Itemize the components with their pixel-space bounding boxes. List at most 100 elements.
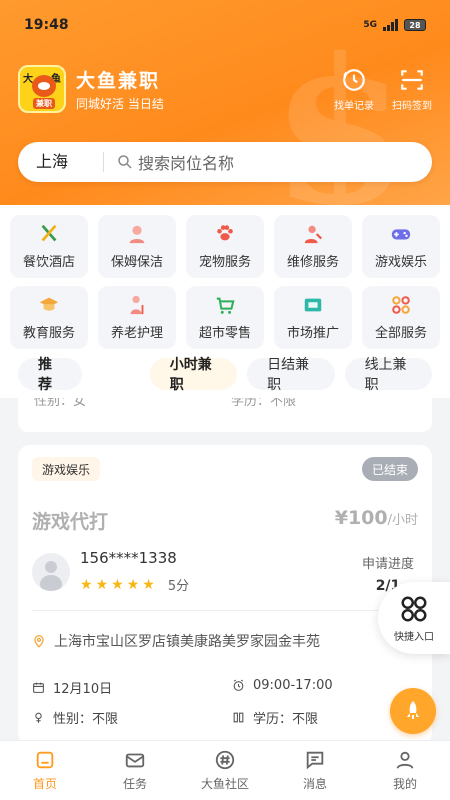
- clock-icon: [343, 68, 365, 91]
- category-label: 保姆保洁: [110, 255, 163, 270]
- category-education[interactable]: 教育服务: [10, 286, 88, 349]
- nanny-icon: [126, 223, 148, 245]
- star-icon: ★: [126, 576, 140, 593]
- rocket-icon: [407, 701, 419, 719]
- job-time: 09:00-17:00: [232, 678, 333, 693]
- tab-online[interactable]: 线上兼职: [344, 357, 432, 393]
- job-gender: 性别：不限: [32, 708, 118, 727]
- location-icon: [34, 635, 44, 648]
- status-bar: 19:48 5G 28: [0, 0, 450, 50]
- job-address: 上海市宝山区罗店镇美康路美罗家园金丰苑: [32, 631, 320, 651]
- nav-label: 首页: [32, 777, 57, 791]
- rocket-button[interactable]: [390, 688, 436, 734]
- elderly-icon: [126, 294, 148, 316]
- bottom-nav: 首页 任务 大鱼社区 消息 我的: [0, 740, 450, 800]
- category-grid: 餐饮酒店 保姆保洁 宠物服务 维修服务 游戏娱乐 教育服务 养老护理 超市零售 …: [0, 205, 450, 350]
- utensils-icon: [38, 223, 60, 245]
- history-button[interactable]: 找单记录: [334, 67, 374, 112]
- hash-icon: [215, 750, 235, 770]
- nav-home[interactable]: 首页: [0, 741, 90, 800]
- app-slogan: 同城好活 当日结: [76, 97, 164, 111]
- job-education: 学历：不限: [232, 708, 318, 727]
- category-catering[interactable]: 餐饮酒店: [10, 215, 88, 278]
- category-elderly[interactable]: 养老护理: [98, 286, 176, 349]
- mascot-icon: [32, 75, 56, 97]
- education-text: 学历：不限: [253, 712, 319, 727]
- category-repair[interactable]: 维修服务: [274, 215, 352, 278]
- star-icon: ★: [95, 576, 109, 593]
- category-label: 超市零售: [198, 326, 251, 341]
- search-placeholder[interactable]: 搜索岗位名称: [138, 150, 234, 174]
- job-card[interactable]: 游戏娱乐 已结束 游戏代打 ¥100/小时 156****1338 ★ ★ ★ …: [18, 445, 432, 745]
- star-icon: ★: [80, 576, 93, 593]
- grid-icon: [390, 294, 412, 316]
- category-label: 游戏娱乐: [374, 255, 427, 270]
- scan-button[interactable]: 扫码签到: [392, 67, 432, 112]
- category-label: 全部服务: [374, 326, 427, 341]
- prev-education: 学历：不限: [230, 398, 296, 409]
- category-label: 教育服务: [22, 326, 75, 341]
- scan-icon: [401, 69, 423, 90]
- app-name: 大鱼兼职: [76, 70, 161, 92]
- nav-profile[interactable]: 我的: [360, 741, 450, 800]
- category-nanny[interactable]: 保姆保洁: [98, 215, 176, 278]
- star-icon: ★: [142, 576, 155, 593]
- search-bar[interactable]: 上海 搜索岗位名称: [18, 142, 432, 182]
- tab-hourly[interactable]: 小时兼职: [149, 357, 238, 393]
- quick-entry-button[interactable]: 快捷入口: [378, 582, 450, 654]
- tab-recommend[interactable]: 推荐: [18, 357, 82, 393]
- avatar: [32, 552, 70, 591]
- category-label: 宠物服务: [198, 255, 251, 270]
- category-label: 养老护理: [110, 326, 163, 341]
- nav-messages[interactable]: 消息: [270, 741, 360, 800]
- date-text: 12月10日: [53, 682, 113, 697]
- job-title: 游戏代打: [32, 511, 109, 533]
- nav-label: 大鱼社区: [200, 777, 249, 791]
- nav-label: 任务: [122, 777, 147, 791]
- job-type-tabs: 推荐 小时兼职 日结兼职 线上兼职: [0, 350, 450, 398]
- rating-stars: ★ ★ ★ ★ ★ 5分: [80, 575, 190, 595]
- star-icon: ★: [111, 576, 124, 593]
- category-all[interactable]: 全部服务: [362, 286, 440, 349]
- category-label: 餐饮酒店: [22, 255, 75, 270]
- repair-icon: [302, 223, 324, 245]
- price-amount: ¥100: [334, 507, 388, 529]
- poster-info: 156****1338 ★ ★ ★ ★ ★ 5分: [32, 549, 189, 594]
- poster-phone: 156****1338: [80, 549, 177, 567]
- prev-gender: 性别：女: [34, 398, 87, 409]
- search-icon: [118, 155, 132, 169]
- signal-icon: [383, 19, 398, 31]
- mail-icon: [125, 753, 145, 768]
- battery-icon: 28: [404, 19, 426, 31]
- network-label: 5G: [363, 20, 377, 30]
- category-gaming[interactable]: 游戏娱乐: [362, 215, 440, 278]
- progress-label: 申请进度: [361, 557, 414, 572]
- category-label: 市场推广: [286, 326, 339, 341]
- history-label: 找单记录: [334, 100, 374, 112]
- category-supermarket[interactable]: 超市零售: [186, 286, 264, 349]
- category-label: 维修服务: [286, 255, 339, 270]
- nav-label: 消息: [302, 777, 327, 791]
- nav-label: 我的: [392, 777, 417, 791]
- paw-icon: [214, 223, 236, 245]
- gender-text: 性别：不限: [53, 712, 119, 727]
- calendar-icon: [33, 682, 44, 693]
- time-text: 09:00-17:00: [253, 678, 333, 693]
- rating-score: 5分: [167, 579, 190, 594]
- logo-text: 兼职: [33, 98, 55, 109]
- battery-level: 28: [409, 20, 421, 30]
- app-logo: 大 鱼 兼职: [18, 65, 66, 113]
- category-promotion[interactable]: 市场推广: [274, 286, 352, 349]
- category-pet[interactable]: 宠物服务: [186, 215, 264, 278]
- tab-daily[interactable]: 日结兼职: [247, 357, 335, 393]
- price-unit: /小时: [387, 513, 418, 528]
- job-card-previous[interactable]: 性别：女 学历：不限: [18, 398, 432, 432]
- clover-icon: [401, 596, 427, 621]
- quick-entry-label: 快捷入口: [394, 631, 434, 643]
- promotion-icon: [302, 294, 324, 316]
- city-selector[interactable]: 上海: [18, 152, 104, 172]
- user-icon: [396, 751, 414, 769]
- nav-tasks[interactable]: 任务: [90, 741, 180, 800]
- address-text: 上海市宝山区罗店镇美康路美罗家园金丰苑: [54, 634, 320, 650]
- nav-community[interactable]: 大鱼社区: [180, 741, 270, 800]
